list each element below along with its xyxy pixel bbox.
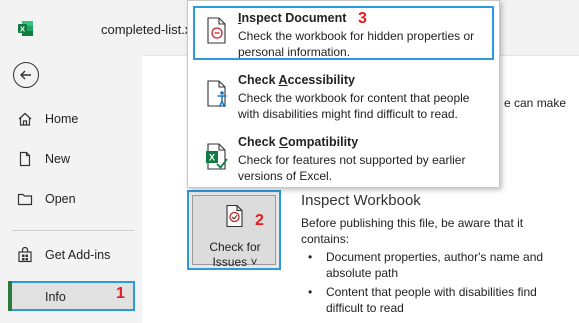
partial-description-text: e can make bbox=[504, 96, 567, 110]
home-icon bbox=[18, 112, 32, 126]
access-key: C bbox=[279, 135, 289, 149]
menu-item-title: Check Compatibility bbox=[238, 135, 358, 149]
excel-icon: X bbox=[18, 21, 33, 36]
inspect-workbook-title: Inspect Workbook bbox=[301, 192, 421, 209]
inspect-bullet-list: Document properties, author's name and a… bbox=[306, 249, 571, 319]
compatibility-icon: X bbox=[206, 143, 228, 170]
title-rest: ccessibility bbox=[287, 73, 355, 87]
access-key: A bbox=[278, 73, 288, 87]
menu-item-check-compatibility[interactable]: X Check Compatibility Check for features… bbox=[188, 125, 499, 185]
selected-indicator bbox=[8, 281, 12, 311]
open-folder-icon bbox=[17, 193, 33, 206]
back-button[interactable] bbox=[13, 62, 39, 88]
file-name: completed-list.x bbox=[101, 22, 192, 37]
inspect-workbook-description: Before publishing this file, be aware th… bbox=[301, 216, 524, 246]
store-icon bbox=[18, 247, 32, 263]
menu-item-title: Check Accessibility bbox=[238, 73, 355, 87]
highlight-box bbox=[193, 6, 494, 60]
new-document-icon bbox=[19, 151, 31, 167]
sidebar-item-label: Info bbox=[45, 290, 66, 304]
svg-text:X: X bbox=[209, 153, 215, 163]
annotation-number-2: 2 bbox=[255, 212, 264, 229]
chevron-down-icon: ˅ bbox=[250, 255, 258, 269]
sidebar-item-label: Open bbox=[45, 192, 76, 206]
list-item: Document properties, author's name and a… bbox=[306, 249, 571, 281]
menu-item-description: Check for features not supported by earl… bbox=[238, 153, 466, 183]
check-document-icon bbox=[226, 204, 243, 228]
title-rest: ompatibility bbox=[288, 135, 359, 149]
sidebar-item-label: New bbox=[45, 152, 71, 166]
menu-item-check-accessibility[interactable]: Check Accessibility Check the workbook f… bbox=[188, 63, 499, 123]
sidebar-item-label: Home bbox=[45, 112, 79, 126]
button-face: Check for Issues ˅ bbox=[192, 195, 276, 269]
sidebar-item-new[interactable]: New bbox=[0, 144, 142, 174]
sidebar-item-label: Get Add-ins bbox=[45, 248, 111, 262]
sidebar-divider bbox=[12, 230, 134, 231]
sidebar-item-get-add-ins[interactable]: Get Add-ins bbox=[0, 240, 142, 270]
menu-item-description: Check the workbook for content that peop… bbox=[238, 91, 470, 121]
button-label-line1: Check for bbox=[209, 240, 261, 254]
accessibility-icon bbox=[207, 80, 227, 108]
sidebar-item-home[interactable]: Home bbox=[0, 104, 142, 134]
check-for-issues-button[interactable]: Check for Issues ˅ bbox=[187, 190, 281, 270]
annotation-number-3: 3 bbox=[358, 10, 367, 27]
button-label-issues: Issues bbox=[212, 255, 248, 269]
button-label-line2: Issues ˅ bbox=[193, 255, 277, 269]
menu-item-inspect-document[interactable]: Inspect Document Check the workbook for … bbox=[188, 1, 499, 61]
sidebar-item-open[interactable]: Open bbox=[0, 184, 142, 214]
check-for-issues-menu: Inspect Document Check the workbook for … bbox=[187, 0, 500, 188]
list-item: Content that people with disabilities fi… bbox=[306, 284, 571, 316]
back-arrow-icon bbox=[20, 70, 31, 80]
title-prefix: Check bbox=[238, 135, 279, 149]
title-prefix: Check bbox=[238, 73, 279, 87]
annotation-number-1: 1 bbox=[116, 285, 125, 302]
svg-text:X: X bbox=[20, 24, 25, 33]
